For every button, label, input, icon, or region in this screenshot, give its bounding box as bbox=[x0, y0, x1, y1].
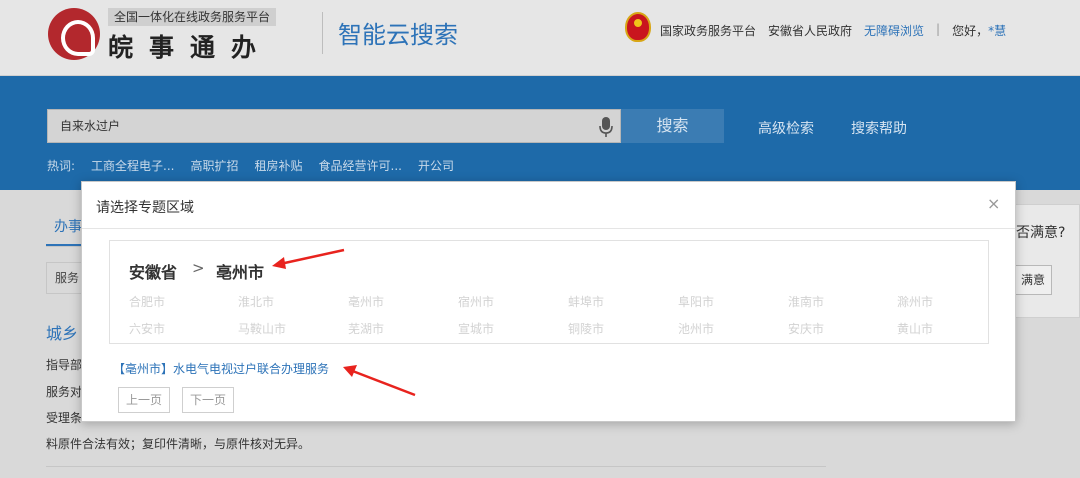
prev-page-button[interactable]: 上一页 bbox=[118, 387, 170, 413]
search-band: 搜索 高级检索 搜索帮助 热词: 工商全程电子... 高职扩招 租房补贴 食品经… bbox=[0, 76, 1080, 190]
city-option[interactable]: 六安市 bbox=[129, 320, 165, 337]
chevron-right-icon: > bbox=[192, 259, 205, 277]
user-name[interactable]: *慧 bbox=[988, 24, 1006, 38]
region-select-dialog: 请选择专题区域 × 安徽省 > 亳州市 合肥市 淮北市 亳州市 宿州市 蚌埠市 … bbox=[81, 181, 1016, 422]
hot-word[interactable]: 食品经营许可... bbox=[319, 157, 402, 174]
microphone-icon[interactable] bbox=[599, 117, 613, 137]
link-national-platform[interactable]: 国家政务服务平台 bbox=[660, 22, 756, 39]
city-option[interactable]: 芜湖市 bbox=[348, 320, 384, 337]
hot-words: 热词: 工商全程电子... 高职扩招 租房补贴 食品经营许可... 开公司 bbox=[47, 157, 454, 174]
national-emblem-icon bbox=[625, 12, 651, 42]
city-option[interactable]: 蚌埠市 bbox=[568, 293, 604, 310]
hot-word[interactable]: 高职扩招 bbox=[191, 157, 239, 174]
link-province-government[interactable]: 安徽省人民政府 bbox=[768, 22, 852, 39]
hot-word[interactable]: 租房补贴 bbox=[255, 157, 303, 174]
greeting-text: 您好， bbox=[952, 24, 989, 38]
close-icon[interactable]: × bbox=[987, 194, 1000, 213]
hot-word[interactable]: 工商全程电子... bbox=[91, 157, 174, 174]
logo-icon bbox=[48, 8, 100, 60]
content-divider bbox=[46, 466, 826, 467]
city-option[interactable]: 黄山市 bbox=[897, 320, 933, 337]
city-option[interactable]: 宿州市 bbox=[458, 293, 494, 310]
search-help-link[interactable]: 搜索帮助 bbox=[851, 118, 907, 138]
top-links: 国家政务服务平台 安徽省人民政府 无障碍浏览 | 您好，*慧 bbox=[660, 22, 1006, 39]
city-option[interactable]: 亳州市 bbox=[348, 293, 384, 310]
hot-words-label: 热词: bbox=[47, 159, 76, 173]
city-option[interactable]: 池州市 bbox=[678, 320, 714, 337]
site-title: 智能云搜索 bbox=[338, 21, 458, 49]
detail-line: 指导部 bbox=[46, 358, 83, 372]
city-option[interactable]: 宣城市 bbox=[458, 320, 494, 337]
satisfaction-question: 否满意? bbox=[1016, 225, 1066, 241]
city-option[interactable]: 合肥市 bbox=[129, 293, 165, 310]
user-greeting[interactable]: 您好，*慧 bbox=[952, 22, 1006, 39]
city-option[interactable]: 阜阳市 bbox=[678, 293, 714, 310]
result-link[interactable]: 【亳州市】水电气电视过户联合办理服务 bbox=[113, 360, 329, 377]
search-button[interactable]: 搜索 bbox=[621, 109, 724, 143]
dialog-title: 请选择专题区域 bbox=[96, 200, 194, 216]
city-option[interactable]: 滁州市 bbox=[897, 293, 933, 310]
section-heading: 城乡 bbox=[46, 324, 79, 343]
dialog-divider bbox=[82, 228, 1015, 229]
tab-service[interactable]: 办事 bbox=[54, 216, 82, 236]
city-option[interactable]: 淮北市 bbox=[238, 293, 274, 310]
logo-subtitle: 全国一体化在线政务服务平台 bbox=[108, 8, 277, 26]
logo-name: 皖事通办 bbox=[108, 33, 273, 62]
advanced-search-link[interactable]: 高级检索 bbox=[758, 118, 814, 138]
detail-line: 料原件合法有效；复印件清晰，与原件核对无异。 bbox=[46, 437, 311, 451]
city-option[interactable]: 铜陵市 bbox=[568, 320, 604, 337]
city-option[interactable]: 安庆市 bbox=[788, 320, 824, 337]
hot-word[interactable]: 开公司 bbox=[418, 157, 454, 174]
accessibility-link[interactable]: 无障碍浏览 bbox=[864, 22, 924, 39]
site-header: 全国一体化在线政务服务平台 皖事通办 智能云搜索 国家政务服务平台 安徽省人民政… bbox=[0, 0, 1080, 76]
header-divider bbox=[322, 12, 323, 54]
city-option[interactable]: 淮南市 bbox=[788, 293, 824, 310]
region-panel: 安徽省 > 亳州市 合肥市 淮北市 亳州市 宿州市 蚌埠市 阜阳市 淮南市 滁州… bbox=[109, 240, 989, 344]
selected-city-crumb: 亳州市 bbox=[216, 263, 265, 282]
city-option[interactable]: 马鞍山市 bbox=[238, 320, 286, 337]
province-crumb[interactable]: 安徽省 bbox=[129, 259, 177, 283]
link-separator: | bbox=[936, 22, 941, 36]
detail-line: 受理条 bbox=[46, 411, 83, 425]
next-page-button[interactable]: 下一页 bbox=[182, 387, 234, 413]
detail-line: 服务对 bbox=[46, 385, 83, 399]
search-box bbox=[47, 109, 621, 143]
search-input[interactable] bbox=[60, 110, 580, 142]
